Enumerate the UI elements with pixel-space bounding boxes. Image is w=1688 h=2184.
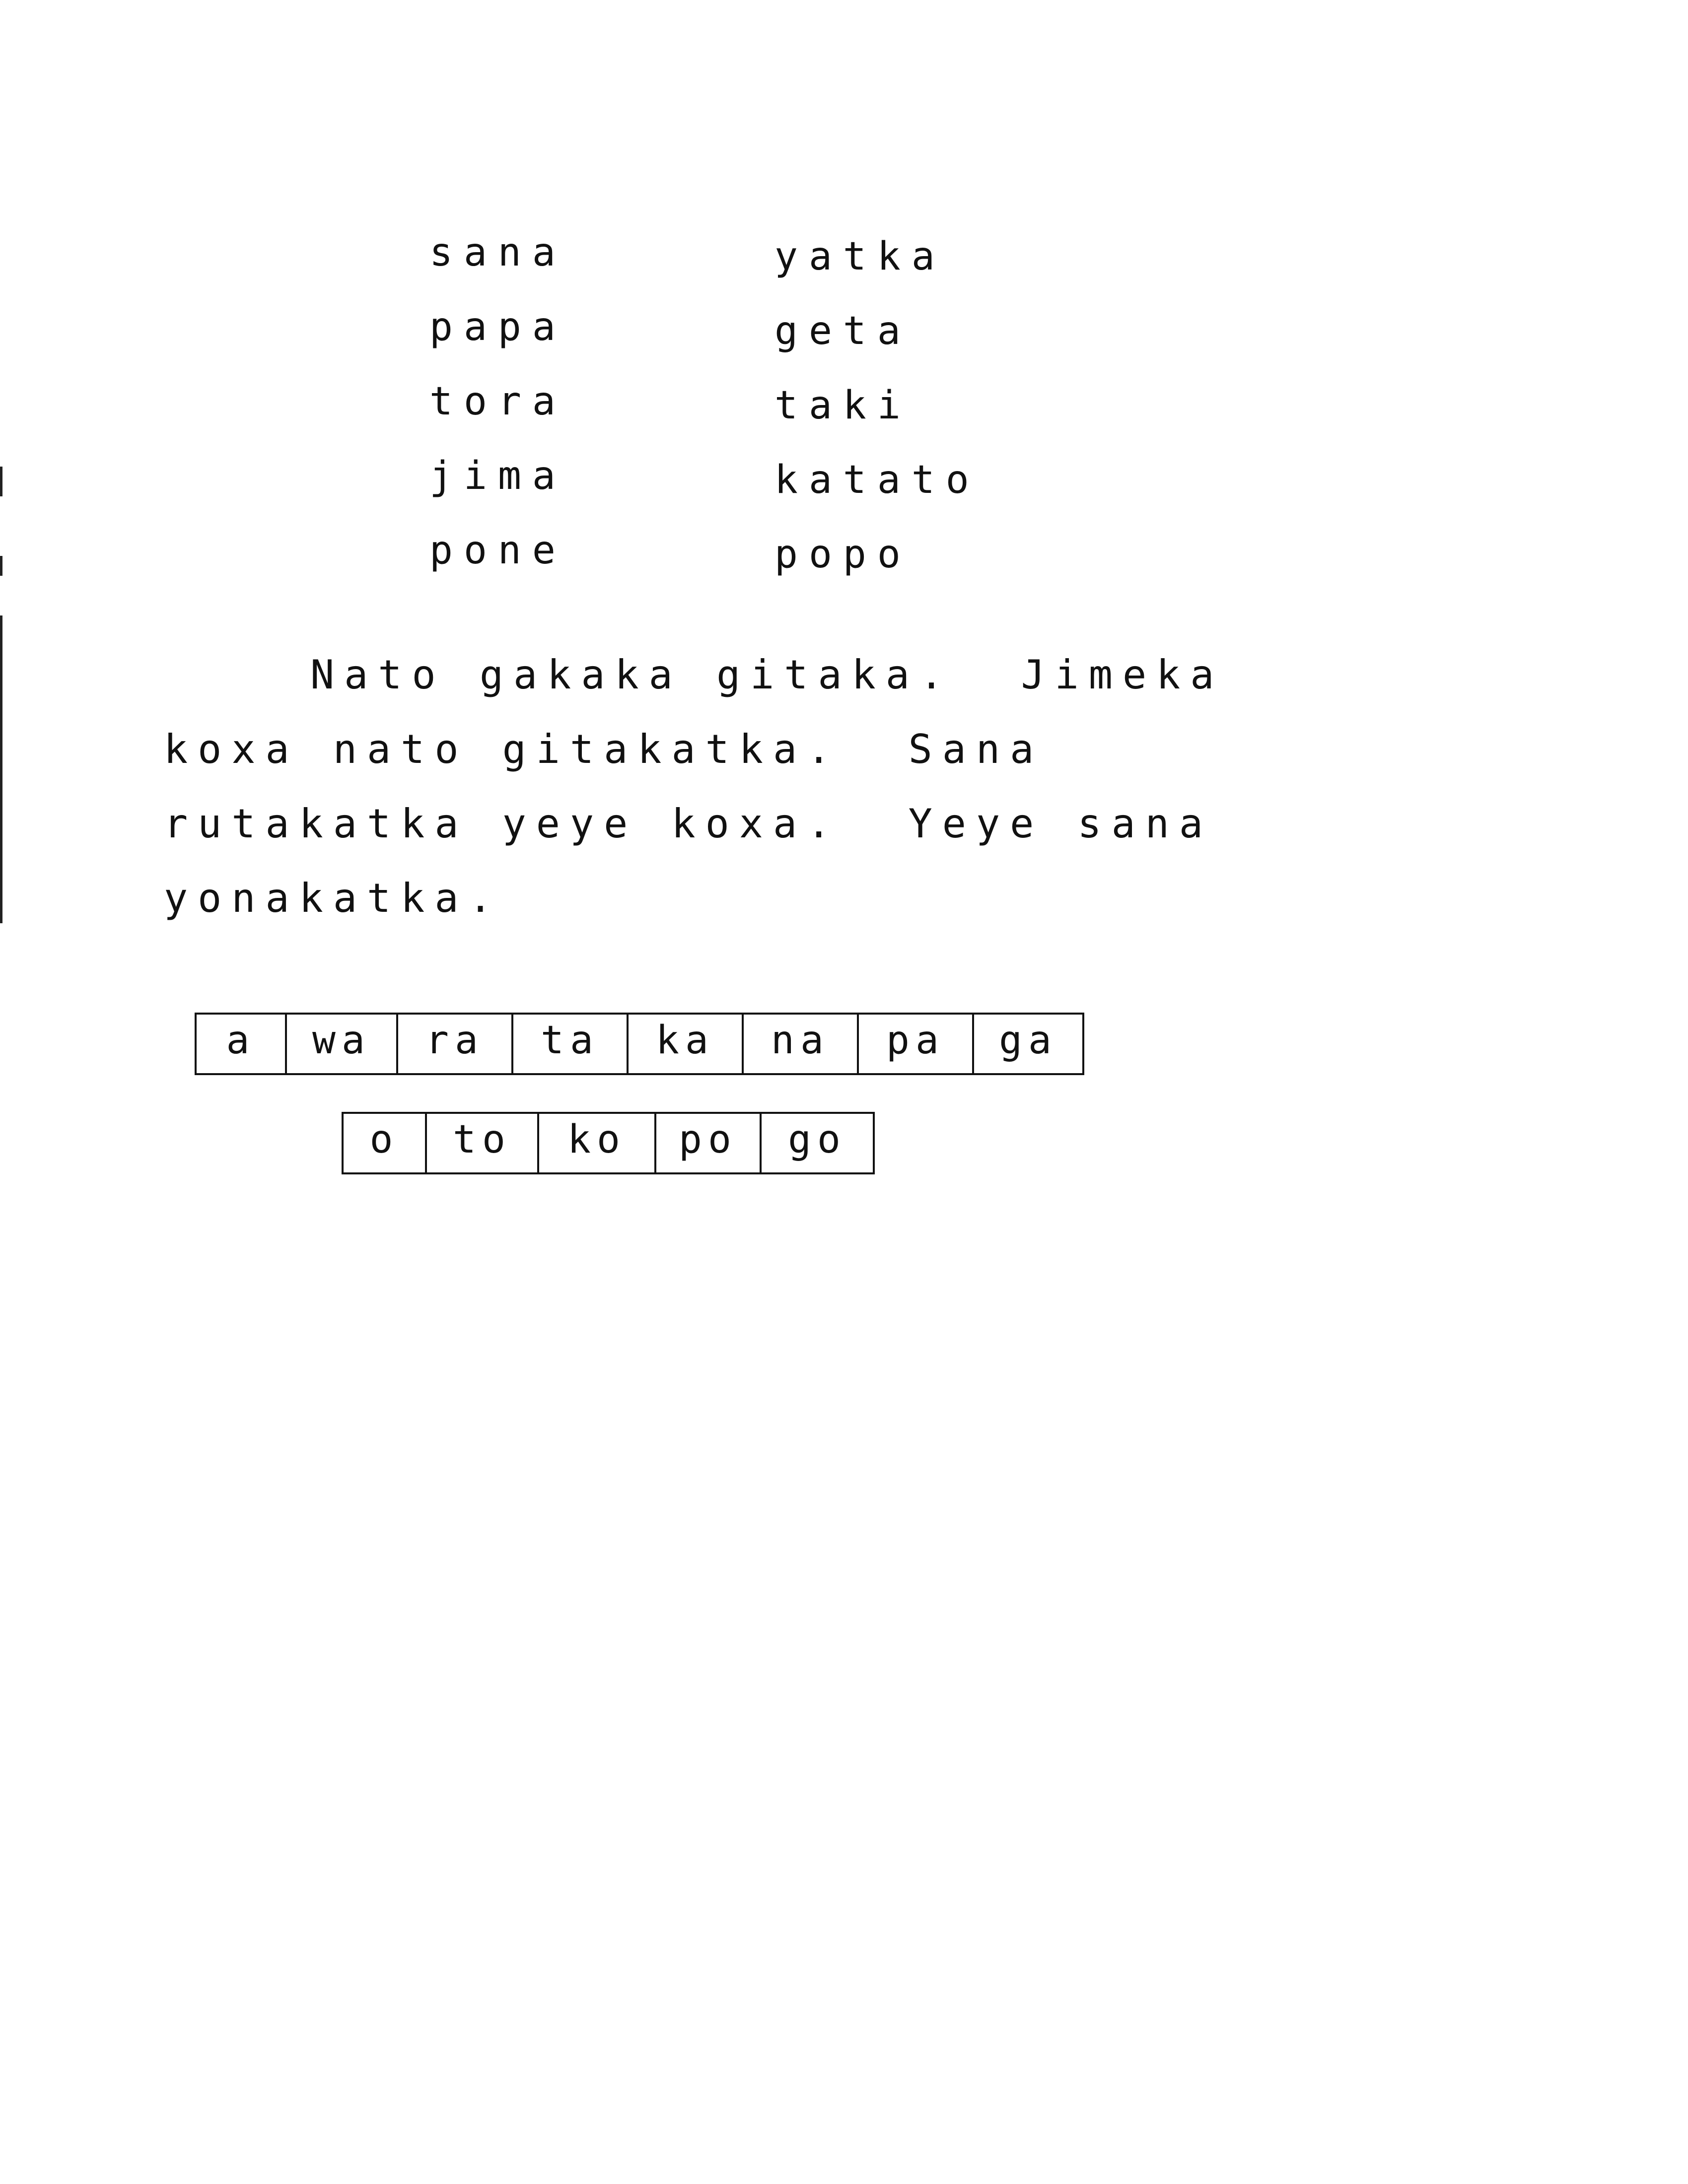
paragraph-line: rutakatka yeye koxa. Yeye sana xyxy=(164,801,1213,847)
syllable-box: na xyxy=(744,1015,859,1073)
word: jima xyxy=(429,454,566,498)
syllable-box: ko xyxy=(539,1114,656,1172)
syllable-box: ga xyxy=(999,1018,1057,1063)
word: taki xyxy=(774,383,912,428)
word: pone xyxy=(429,528,566,573)
scan-edge-mark xyxy=(0,615,2,923)
word: tora xyxy=(429,379,566,424)
syllable-row-2: o to ko po go xyxy=(342,1112,875,1174)
scan-edge-mark xyxy=(0,556,2,576)
worksheet-page: sana papa tora jima pone yatka geta taki… xyxy=(0,0,1688,2184)
paragraph-line: yonakatka. xyxy=(164,875,502,921)
syllable-box: a xyxy=(197,1015,287,1073)
paragraph-line: koxa nato gitakatka. Sana xyxy=(164,726,1044,772)
syllable-box: pa xyxy=(859,1015,974,1073)
syllable-box: ta xyxy=(513,1015,629,1073)
scan-edge-mark xyxy=(0,467,2,496)
word: sana xyxy=(429,230,566,275)
word: yatka xyxy=(774,234,946,279)
paragraph-line: Nato gakaka gitaka. Jimeka xyxy=(310,652,1224,698)
syllable-box: o xyxy=(344,1114,427,1172)
syllable-box: to xyxy=(427,1114,539,1172)
word: katato xyxy=(774,458,980,502)
word: popo xyxy=(774,532,912,577)
word: geta xyxy=(774,309,912,353)
syllable-box: go xyxy=(788,1117,846,1162)
syllable-box: po xyxy=(656,1114,762,1172)
syllable-box: wa xyxy=(287,1015,398,1073)
syllable-row-1: a wa ra ta ka na pa ga xyxy=(195,1013,1084,1075)
word: papa xyxy=(429,305,566,349)
syllable-box: ra xyxy=(398,1015,513,1073)
syllable-box: ka xyxy=(629,1015,744,1073)
